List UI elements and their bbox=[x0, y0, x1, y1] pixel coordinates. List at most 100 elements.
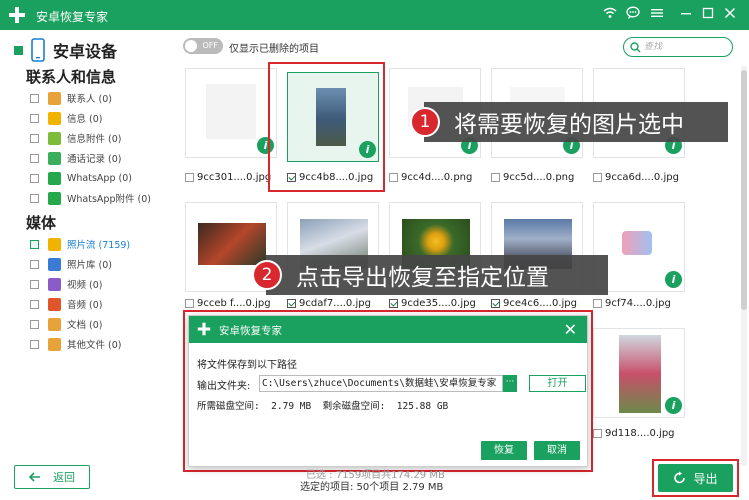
dialog-close-icon[interactable]: ✕ bbox=[564, 320, 577, 339]
photo-caption[interactable]: 9cc4d....0.png bbox=[389, 170, 472, 184]
callout-step-2: 2 点击导出恢复至指定位置 bbox=[252, 255, 608, 295]
sidebar-item-contacts[interactable]: 联系人 (0) bbox=[30, 90, 112, 106]
recover-button[interactable]: 恢复 bbox=[481, 441, 527, 460]
sidebar-item-video[interactable]: 视频 (0) bbox=[30, 276, 102, 292]
photo-checkbox-checked[interactable] bbox=[389, 298, 398, 308]
callout-text: 将需要恢复的图片选中 bbox=[454, 112, 684, 138]
photo-tile[interactable]: i bbox=[593, 328, 685, 418]
call-log-icon bbox=[48, 151, 61, 165]
other-files-icon bbox=[48, 337, 61, 351]
sidebar-item-label: 照片流 (7159) bbox=[67, 240, 131, 251]
photo-tile[interactable]: i bbox=[185, 68, 277, 158]
message-attachment-icon bbox=[48, 131, 61, 145]
photo-thumbnail bbox=[622, 231, 652, 255]
contacts-section-title: 联系人和信息 bbox=[26, 68, 117, 86]
selection-highlight-box bbox=[268, 62, 385, 192]
photo-checkbox-checked[interactable] bbox=[491, 298, 500, 308]
photo-filename: 9d118....0.jpg bbox=[605, 427, 675, 439]
sidebar-item-photo-stream[interactable]: 照片流 (7159) bbox=[30, 236, 130, 252]
show-deleted-toggle[interactable]: OFF bbox=[183, 38, 223, 54]
photo-caption[interactable]: 9cdaf7....0.jpg bbox=[287, 296, 371, 310]
feedback-icon[interactable] bbox=[626, 6, 640, 25]
sidebar-item-whatsapp[interactable]: WhatsApp (0) bbox=[30, 170, 132, 186]
toggle-state: OFF bbox=[202, 41, 219, 50]
sidebar-item-checkbox[interactable] bbox=[30, 133, 39, 143]
sidebar-item-checkbox[interactable] bbox=[30, 153, 39, 163]
search-input[interactable]: 查找 bbox=[623, 37, 733, 57]
photo-caption[interactable]: 9ce4c6....0.jpg bbox=[491, 296, 577, 310]
photo-checkbox[interactable] bbox=[389, 172, 398, 182]
browse-button[interactable]: ··· bbox=[503, 375, 517, 392]
open-button[interactable]: 打开 bbox=[529, 375, 586, 392]
output-folder-input[interactable]: C:\Users\zhuce\Documents\数据蛙\安卓恢复专家 bbox=[259, 375, 503, 392]
photo-caption[interactable]: 9d118....0.jpg bbox=[593, 426, 675, 440]
photo-caption[interactable]: 9cca6d....0.jpg bbox=[593, 170, 679, 184]
photo-filename: 9ce4c6....0.jpg bbox=[503, 297, 577, 309]
sidebar-item-checkbox[interactable] bbox=[30, 299, 39, 309]
device-checkbox[interactable] bbox=[14, 45, 23, 55]
photo-checkbox[interactable] bbox=[491, 172, 500, 182]
photo-checkbox[interactable] bbox=[185, 298, 194, 308]
export-button[interactable]: 导出 bbox=[658, 464, 733, 492]
sidebar-item-checkbox[interactable] bbox=[30, 279, 39, 289]
sidebar-item-checkbox[interactable] bbox=[30, 319, 39, 329]
sidebar-item-checkbox[interactable] bbox=[30, 113, 39, 123]
sidebar-item-message-attachment[interactable]: 信息附件 (0) bbox=[30, 130, 121, 146]
sidebar-item-audio[interactable]: 音频 (0) bbox=[30, 296, 102, 312]
sidebar-item-checkbox[interactable] bbox=[30, 339, 39, 349]
callout-text: 点击导出恢复至指定位置 bbox=[296, 265, 549, 291]
phone-icon bbox=[31, 38, 45, 62]
photo-filename: 9cc4d....0.png bbox=[401, 171, 473, 183]
sidebar-item-whatsapp-attachment[interactable]: WhatsApp附件 (0) bbox=[30, 190, 151, 206]
device-label: 安卓设备 bbox=[53, 42, 118, 61]
photo-checkbox[interactable] bbox=[593, 298, 602, 308]
photo-checkbox-checked[interactable] bbox=[287, 298, 296, 308]
device-row[interactable]: 安卓设备 bbox=[14, 38, 117, 62]
photo-thumbnail bbox=[619, 335, 661, 413]
back-button[interactable]: 返回 bbox=[14, 465, 90, 489]
search-icon bbox=[630, 42, 641, 53]
sidebar-item-checkbox[interactable] bbox=[30, 193, 39, 203]
app-logo-icon bbox=[197, 322, 211, 336]
photo-checkbox[interactable] bbox=[593, 428, 602, 438]
sidebar-item-label: 文档 (0) bbox=[67, 320, 103, 331]
sidebar-item-photo-library[interactable]: 照片库 (0) bbox=[30, 256, 112, 272]
sidebar-item-label: 联系人 (0) bbox=[67, 94, 112, 105]
photo-caption[interactable]: 9cf74....0.jpg bbox=[593, 296, 671, 310]
photo-checkbox[interactable] bbox=[593, 172, 602, 182]
photo-checkbox[interactable] bbox=[185, 172, 194, 182]
photo-filename: 9cdaf7....0.jpg bbox=[299, 297, 371, 309]
info-icon[interactable]: i bbox=[665, 271, 682, 288]
sidebar-item-checkbox[interactable] bbox=[30, 173, 39, 183]
photo-caption[interactable]: 9cc301....0.jpg bbox=[185, 170, 271, 184]
menu-icon[interactable] bbox=[650, 6, 664, 25]
sidebar-item-label: 音频 (0) bbox=[67, 300, 103, 311]
sidebar-item-checkbox[interactable] bbox=[30, 259, 39, 269]
media-section-title: 媒体 bbox=[26, 214, 57, 232]
photo-stream-icon bbox=[48, 237, 61, 251]
photo-caption[interactable]: 9cceb f....0.jpg bbox=[185, 296, 271, 310]
sidebar-item-other-files[interactable]: 其他文件 (0) bbox=[30, 336, 121, 352]
back-arrow-icon bbox=[29, 472, 40, 482]
info-icon[interactable]: i bbox=[665, 397, 682, 414]
sidebar-item-document[interactable]: 文档 (0) bbox=[30, 316, 102, 332]
photo-filename: 9cc301....0.jpg bbox=[197, 171, 272, 183]
back-label: 返回 bbox=[53, 471, 75, 484]
photo-caption[interactable]: 9cc5d....0.png bbox=[491, 170, 574, 184]
cancel-button[interactable]: 取消 bbox=[534, 441, 580, 460]
sidebar-item-message[interactable]: 信息 (0) bbox=[30, 110, 102, 126]
sidebar-item-checkbox[interactable] bbox=[30, 93, 39, 103]
photo-filename: 9cca6d....0.jpg bbox=[605, 171, 679, 183]
audio-icon bbox=[48, 297, 61, 311]
maximize-icon[interactable] bbox=[702, 6, 714, 25]
sidebar-item-label: 通话记录 (0) bbox=[67, 154, 122, 165]
scrollbar-thumb[interactable] bbox=[741, 70, 747, 310]
sidebar-item-call-log[interactable]: 通话记录 (0) bbox=[30, 150, 121, 166]
close-icon[interactable] bbox=[724, 6, 736, 25]
photo-filename: 9cf74....0.jpg bbox=[605, 297, 671, 309]
sidebar-item-checkbox[interactable] bbox=[30, 239, 39, 249]
wifi-icon[interactable] bbox=[603, 6, 617, 25]
minimize-icon[interactable] bbox=[680, 6, 692, 25]
photo-caption[interactable]: 9cde35....0.jpg bbox=[389, 296, 476, 310]
photo-filename: 9cceb f....0.jpg bbox=[197, 297, 271, 309]
